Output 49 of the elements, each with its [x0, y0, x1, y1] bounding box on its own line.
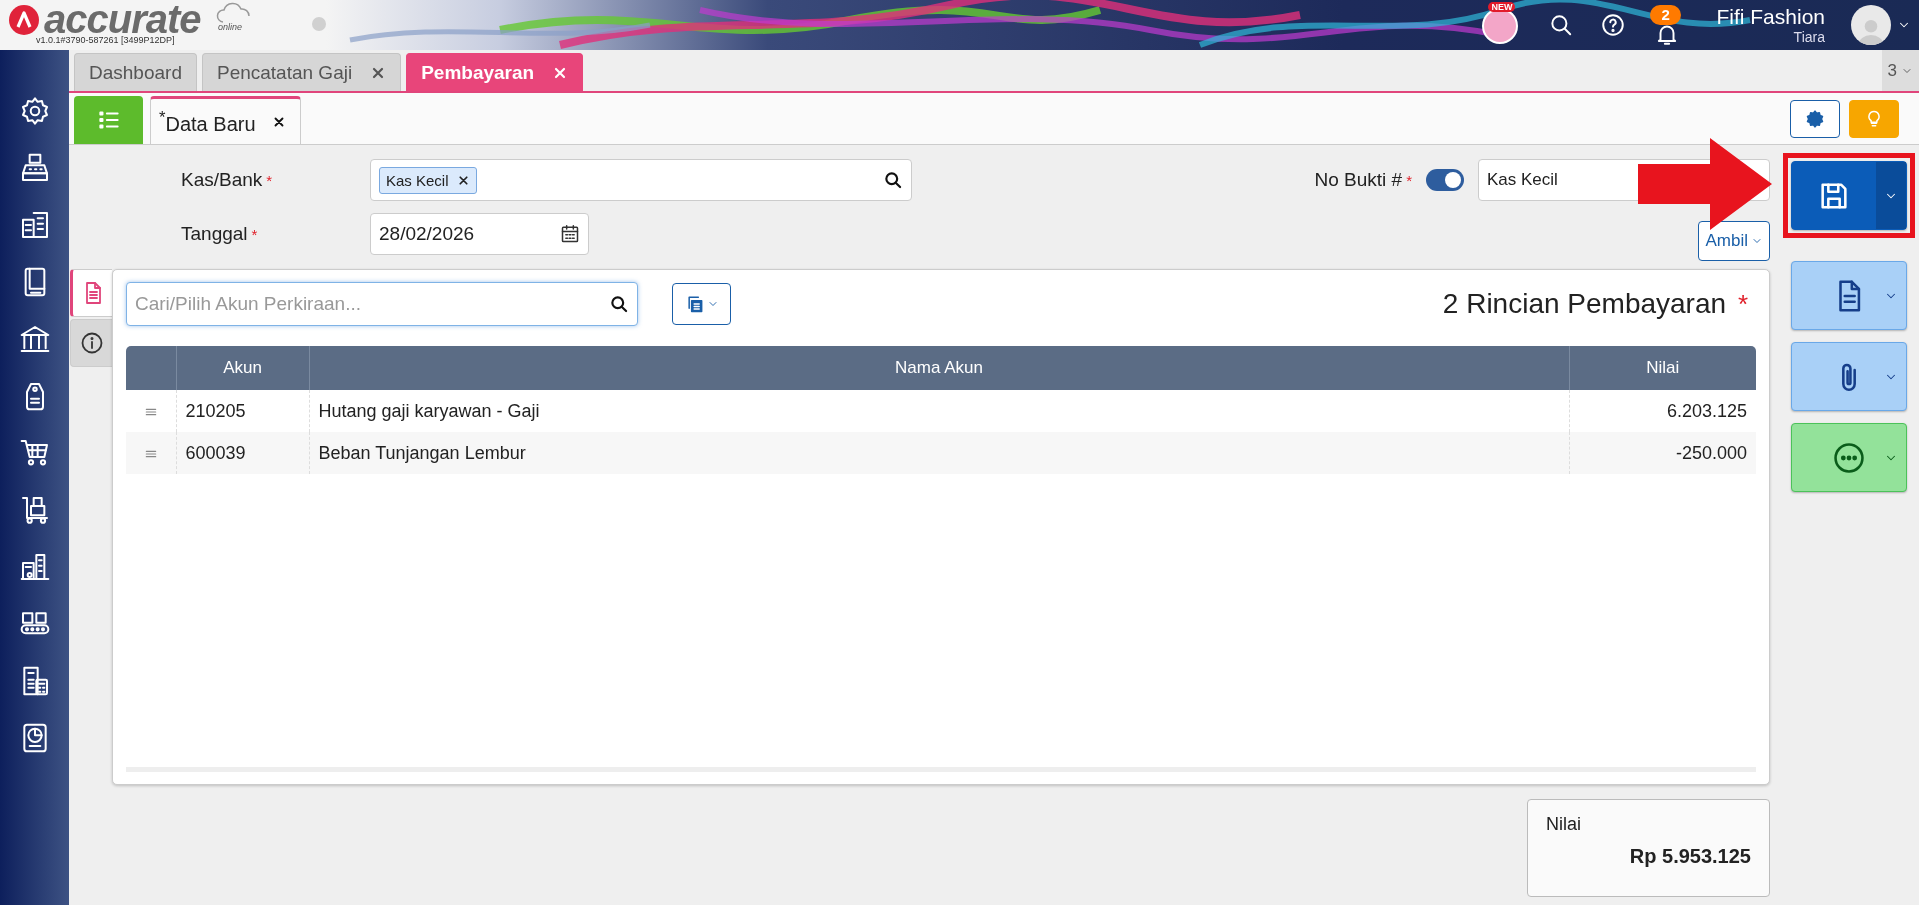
total-label: Nilai: [1546, 814, 1582, 835]
arrow-icon: [1638, 138, 1772, 230]
date-field[interactable]: 28/02/2026: [370, 213, 589, 255]
kas-bank-field[interactable]: Kas Kecil: [370, 159, 912, 201]
user-name: Tiara: [1793, 29, 1825, 45]
tab[interactable]: Pembayaran: [406, 53, 584, 91]
version-text: v1.0.1#3790-587261 [3499P12DP]: [36, 35, 175, 45]
close-icon[interactable]: [456, 173, 470, 187]
settings-button[interactable]: [1790, 99, 1840, 138]
tab-count[interactable]: 3: [1881, 50, 1919, 91]
more-button[interactable]: [1791, 423, 1907, 492]
side-tab[interactable]: [70, 269, 112, 317]
logo-subtitle: online: [218, 22, 243, 32]
column-header: Akun: [176, 346, 309, 390]
column-header: [126, 346, 176, 390]
settings-icon: [1805, 108, 1825, 129]
document-tab[interactable]: $^{*}$Data Baru: [150, 96, 301, 144]
factory-icon[interactable]: [18, 551, 51, 583]
side-tab[interactable]: [70, 319, 112, 367]
selected-tag: Kas Kecil: [379, 166, 477, 194]
bank-icon[interactable]: [18, 323, 51, 355]
total-value: Rp 5.953.125: [1628, 845, 1751, 868]
copy-button[interactable]: [672, 283, 731, 325]
calendar-icon[interactable]: [560, 224, 580, 244]
more-icon[interactable]: [1832, 440, 1866, 475]
search-icon[interactable]: [883, 170, 903, 190]
field-label: No Bukti # *: [1314, 169, 1412, 191]
new-badge: NEW: [1488, 2, 1516, 12]
toggle-switch[interactable]: [1426, 169, 1464, 191]
table-cell: 600039: [176, 432, 309, 474]
column-header: Nama Akun: [309, 346, 1569, 390]
logo-icon: [8, 4, 40, 36]
section-title: 2 Rincian Pembayaran *: [1442, 288, 1749, 320]
field-label: Kas/Bank *: [180, 169, 274, 191]
field-label: Tanggal *: [180, 223, 259, 245]
ambil-button[interactable]: Ambil: [1698, 221, 1770, 261]
notification-badge: 2: [1650, 5, 1681, 25]
tab[interactable]: Pencatatan Gaji: [201, 53, 402, 91]
company-name: Fifi Fashion: [1716, 5, 1825, 29]
column-header: Nilai: [1569, 346, 1756, 390]
table-cell: Beban Tunjangan Lembur: [309, 432, 1569, 474]
attachment-button[interactable]: [1791, 342, 1907, 411]
help-icon[interactable]: [1600, 12, 1627, 38]
info-icon: [79, 331, 104, 355]
save-button[interactable]: [1791, 161, 1907, 230]
document-button[interactable]: [1791, 261, 1907, 330]
table-cell: -250.000: [1569, 432, 1756, 474]
tab[interactable]: Dashboard: [74, 53, 197, 91]
search-icon[interactable]: [609, 294, 629, 314]
